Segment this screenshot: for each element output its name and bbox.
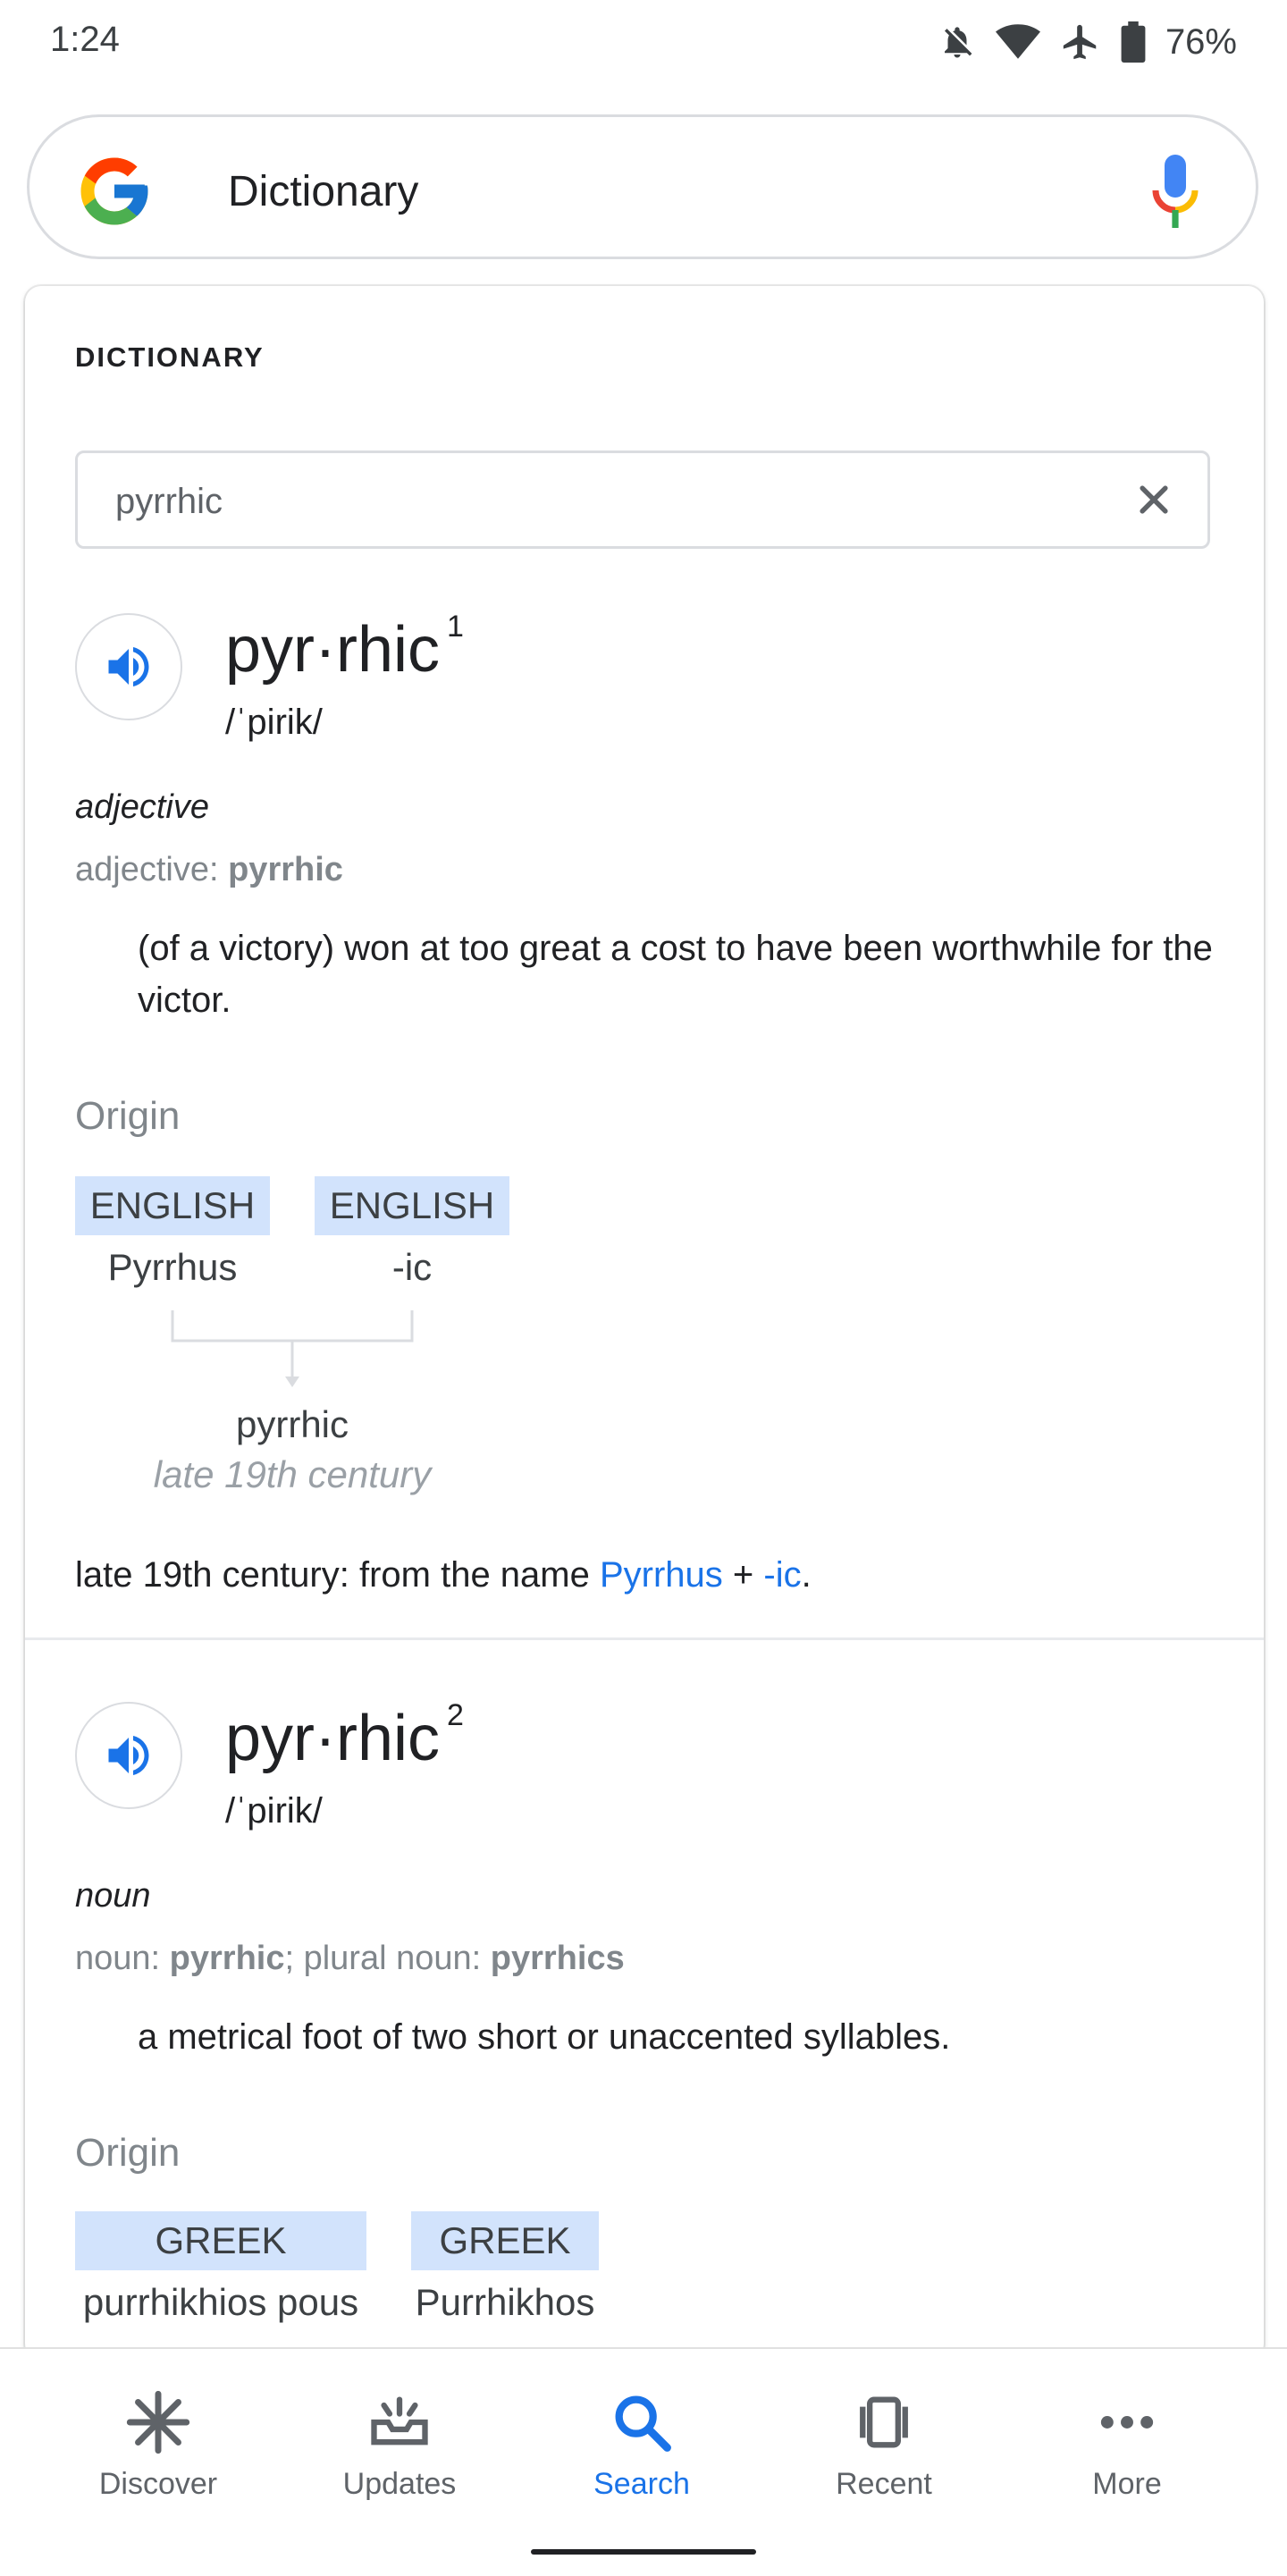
etymology-link-ic[interactable]: -ic (763, 1555, 801, 1595)
origin-result-word: pyrrhic (235, 1403, 349, 1445)
forms-label: adjective: (75, 851, 229, 888)
nav-label: Search (593, 2467, 690, 2501)
dictionary-card: DICTIONARY pyrrhic pyr·rhic 1 /ˈpirik/ ad… (25, 286, 1264, 2360)
entry-divider (25, 1637, 1264, 1640)
word-forms: noun: pyrrhic; plural noun: pyrrhics (75, 1940, 625, 1978)
forms-word-plural: pyrrhics (490, 1940, 625, 1977)
search-query-text[interactable]: Dictionary (228, 167, 418, 216)
nav-more[interactable]: More (1029, 2387, 1225, 2502)
bottom-navigation: Discover Updates Search Recent More (0, 2347, 1287, 2576)
nav-discover[interactable]: Discover (60, 2387, 257, 2502)
phonetic: /ˈpirik/ (225, 1791, 323, 1831)
nav-label: Recent (836, 2467, 932, 2501)
forms-label: ; plural noun: (284, 1940, 491, 1977)
origin-date: late 19th century (153, 1453, 432, 1495)
nav-search[interactable]: Search (543, 2387, 740, 2502)
word-forms: adjective: pyrrhic (75, 851, 343, 889)
airplane-icon (1063, 24, 1097, 60)
headword-text: pyr·rhic (225, 1703, 441, 1774)
origin-language-tag: ENGLISH (75, 1176, 270, 1235)
forms-word: pyrrhic (228, 851, 343, 888)
asterisk-icon (126, 2390, 190, 2454)
home-indicator[interactable] (531, 2549, 756, 2555)
headword: pyr·rhic 1 (225, 610, 464, 686)
origin-word: -ic (391, 1246, 433, 1288)
sense-number: 1 (447, 610, 464, 644)
forms-word: pyrrhic (169, 1940, 285, 1977)
clear-icon[interactable] (1134, 480, 1173, 519)
microphone-icon[interactable] (1150, 155, 1200, 230)
sense-number: 2 (447, 1698, 464, 1732)
headword-text: pyr·rhic (225, 614, 441, 686)
speaker-icon (108, 647, 149, 686)
etymology-link-pyrrhus[interactable]: Pyrrhus (600, 1555, 723, 1595)
nav-label: Updates (342, 2467, 457, 2501)
origin-language-tag: GREEK (75, 2211, 366, 2270)
phonetic: /ˈpirik/ (225, 703, 323, 742)
card-title: DICTIONARY (75, 341, 265, 373)
origin-word: Purrhikhos (415, 2281, 595, 2323)
status-time: 1:24 (50, 20, 120, 59)
nav-updates[interactable]: Updates (301, 2387, 498, 2502)
battery-percentage: 76% (1165, 21, 1237, 62)
part-of-speech: noun (75, 1877, 151, 1915)
pronounce-button[interactable] (75, 1702, 182, 1809)
pronounce-button[interactable] (75, 613, 182, 720)
nav-label: Discover (98, 2467, 218, 2501)
origin-language-tag: ENGLISH (315, 1176, 509, 1235)
speaker-icon (108, 1736, 149, 1775)
search-icon (615, 2395, 671, 2452)
origin-word: purrhikhios pous (82, 2281, 359, 2323)
origin-language-tag: GREEK (411, 2211, 599, 2270)
origin-label: Origin (75, 2131, 181, 2175)
search-bar[interactable]: Dictionary (27, 114, 1258, 259)
part-of-speech: adjective (75, 788, 209, 826)
nav-label: More (1092, 2467, 1162, 2501)
google-logo-icon (80, 157, 148, 225)
etymology-end: . (801, 1555, 812, 1595)
definition: a metrical foot of two short or unaccent… (138, 2017, 951, 2057)
origin-connector (171, 1310, 414, 1387)
more-dots-icon (1100, 2416, 1154, 2429)
battery-icon (1121, 21, 1146, 63)
dictionary-search-input[interactable]: pyrrhic (75, 450, 1210, 549)
recent-cards-icon (860, 2396, 908, 2448)
dictionary-input-value[interactable]: pyrrhic (115, 482, 223, 522)
forms-label: noun: (75, 1940, 170, 1977)
origin-word: Pyrrhus (107, 1246, 238, 1288)
etymology: late 19th century: from the name Pyrrhus… (75, 1555, 812, 1595)
wifi-icon (995, 24, 1040, 59)
nav-recent[interactable]: Recent (786, 2387, 982, 2502)
notifications-off-icon (944, 27, 972, 58)
etymology-plus: + (722, 1555, 764, 1595)
headword: pyr·rhic 2 (225, 1698, 464, 1775)
etymology-text: late 19th century: from the name (75, 1555, 600, 1595)
origin-label: Origin (75, 1094, 181, 1138)
updates-icon (371, 2396, 428, 2446)
status-icons: 76% (938, 20, 1237, 64)
definition: (of a victory) won at too great a cost t… (138, 929, 1213, 1020)
